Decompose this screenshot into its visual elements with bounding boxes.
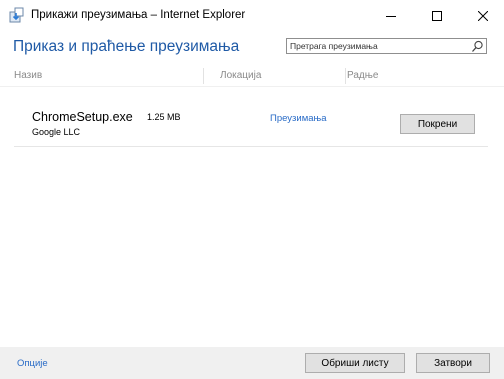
run-button[interactable]: Покрени: [400, 114, 475, 134]
column-header-actions[interactable]: Радње: [347, 70, 378, 81]
search-box[interactable]: [286, 38, 487, 54]
close-window-button[interactable]: [460, 0, 504, 31]
close-icon: [478, 10, 488, 21]
header-divider: [0, 86, 504, 87]
download-row[interactable]: ChromeSetup.exe 1.25 MB Google LLC Преуз…: [14, 100, 488, 146]
column-header-location[interactable]: Локација: [220, 70, 261, 81]
minimize-icon: [386, 15, 396, 17]
window-title: Прикажи преузимања – Internet Explorer: [31, 9, 246, 21]
file-name: ChromeSetup.exe: [32, 110, 133, 124]
minimize-button[interactable]: [368, 0, 414, 31]
maximize-icon: [432, 10, 442, 21]
maximize-button[interactable]: [414, 0, 460, 31]
column-divider: [203, 68, 204, 84]
ie-download-icon: [8, 7, 24, 23]
search-icon[interactable]: [471, 40, 484, 53]
search-input[interactable]: [290, 40, 465, 52]
column-divider: [345, 68, 346, 84]
close-button[interactable]: Затвори: [416, 353, 490, 373]
options-link[interactable]: Опције: [17, 358, 48, 369]
clear-list-button[interactable]: Обриши листу: [305, 353, 405, 373]
title-bar: Прикажи преузимања – Internet Explorer: [0, 0, 504, 31]
page-title: Приказ и праћење преузимања: [13, 38, 240, 55]
file-size: 1.25 MB: [147, 112, 181, 122]
file-publisher: Google LLC: [32, 127, 81, 137]
row-divider: [14, 146, 488, 147]
footer-bar: Опције Обриши листу Затвори: [0, 347, 504, 379]
location-link[interactable]: Преузимања: [270, 113, 327, 124]
column-header-name[interactable]: Назив: [14, 70, 42, 81]
